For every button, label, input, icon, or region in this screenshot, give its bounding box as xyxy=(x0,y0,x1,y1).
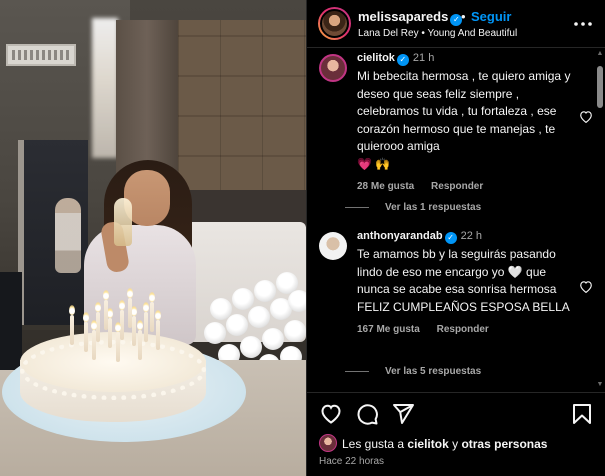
scroll-down-arrow-icon[interactable]: ▼ xyxy=(596,381,604,388)
photo-cake-trim xyxy=(20,340,206,400)
photo-candle-flame xyxy=(149,292,155,302)
photo-candle xyxy=(150,302,154,332)
photo-candle xyxy=(92,330,96,360)
scroll-up-arrow-icon[interactable]: ▲ xyxy=(596,50,604,57)
audio-track-link[interactable]: Lana Del Rey • Young And Beautiful xyxy=(358,28,517,39)
photo-candle xyxy=(70,315,74,345)
photo-candle-flame xyxy=(91,320,97,330)
comment-icon[interactable] xyxy=(355,402,379,426)
photo-champagne-glass xyxy=(114,198,132,246)
photo-candle-flame xyxy=(83,312,89,322)
likes-summary-text[interactable]: Les gusta a cielitok y otras personas xyxy=(342,437,547,451)
comments-list[interactable]: cielitok ✓ 21 h Mi bebecita hermosa , te q… xyxy=(307,48,605,388)
author-avatar[interactable] xyxy=(318,7,351,40)
photo-candle-flame xyxy=(103,290,109,300)
heart-icon[interactable] xyxy=(319,402,343,426)
liker-username[interactable]: cielitok xyxy=(407,437,448,451)
view-replies-link[interactable]: Ver las 5 respuestas xyxy=(345,366,481,377)
author-username[interactable]: melissapareds ✓ xyxy=(358,9,463,26)
photo-air-vent xyxy=(6,44,76,66)
header-separator: • xyxy=(461,9,466,24)
reply-button[interactable]: Responder xyxy=(437,324,489,335)
actions-divider xyxy=(307,392,605,393)
commenter-username[interactable]: anthonyarandab ✓ 22 h xyxy=(357,230,577,244)
photo-light xyxy=(92,18,118,158)
photo-candle xyxy=(128,298,132,328)
like-comment-heart-icon[interactable] xyxy=(579,280,595,296)
photo-dark-object xyxy=(0,272,22,370)
photo-candle xyxy=(104,300,108,330)
comments-scrollbar[interactable]: ▲ ▼ xyxy=(596,48,604,388)
other-likers-link[interactable]: otras personas xyxy=(461,437,547,451)
post-timestamp: Hace 22 horas xyxy=(319,456,385,467)
comment-time: 22 h xyxy=(460,230,482,242)
photo-candle-flame xyxy=(95,302,101,312)
photo-candle-flame xyxy=(137,320,143,330)
post-side-panel: melissapareds ✓ • Seguir Lana Del Rey • Y… xyxy=(306,0,605,476)
comment-likes-count[interactable]: 167 Me gusta xyxy=(357,324,420,335)
reply-button[interactable]: Responder xyxy=(431,181,483,192)
comment-text: Te amamos bb y la seguirás pasando lindo… xyxy=(357,247,570,314)
photo-candle xyxy=(132,316,136,346)
photo-candle xyxy=(156,320,160,350)
photo-candle xyxy=(84,322,88,352)
comment-emoji: 💗 🙌 xyxy=(357,156,391,171)
verified-badge-icon: ✓ xyxy=(444,232,457,244)
bookmark-icon[interactable] xyxy=(570,402,594,426)
photo-candle xyxy=(138,330,142,360)
comment-likes-count[interactable]: 28 Me gusta xyxy=(357,181,414,192)
photo-wood-wall xyxy=(178,20,306,195)
view-replies-link[interactable]: Ver las 1 respuestas xyxy=(345,202,481,213)
photo-candle xyxy=(144,312,148,342)
liker-avatar xyxy=(319,434,337,452)
photo-candle-flame xyxy=(143,302,149,312)
comment-meta: 167 Me gusta Responder xyxy=(357,324,577,335)
comment-time: 21 h xyxy=(412,52,435,64)
photo-candle xyxy=(116,332,120,362)
scrollbar-thumb[interactable] xyxy=(597,66,603,108)
commenter-username[interactable]: cielitok ✓ 21 h xyxy=(357,52,577,66)
photo-candle-flame xyxy=(127,288,133,298)
share-icon[interactable] xyxy=(391,402,415,426)
like-comment-heart-icon[interactable] xyxy=(579,110,595,126)
post-photo[interactable] xyxy=(0,0,306,476)
photo-candle xyxy=(108,318,112,348)
more-options-icon[interactable] xyxy=(574,14,592,32)
post-actions-bar xyxy=(307,402,605,432)
photo-candle-flame xyxy=(69,305,75,315)
photo-candle-flame xyxy=(155,310,161,320)
commenter-avatar[interactable] xyxy=(319,54,347,82)
follow-button[interactable]: Seguir xyxy=(471,9,511,24)
photo-child xyxy=(55,198,81,273)
commenter-avatar[interactable] xyxy=(319,232,347,260)
comment-text: Mi bebecita hermosa , te quiero amiga y … xyxy=(357,69,571,171)
verified-badge-icon: ✓ xyxy=(396,54,409,66)
post-header: melissapareds ✓ • Seguir Lana Del Rey • Y… xyxy=(307,0,605,48)
photo-candle-flame xyxy=(115,322,121,332)
comment-meta: 28 Me gusta Responder xyxy=(357,181,577,192)
photo-candle-flame xyxy=(119,300,125,310)
